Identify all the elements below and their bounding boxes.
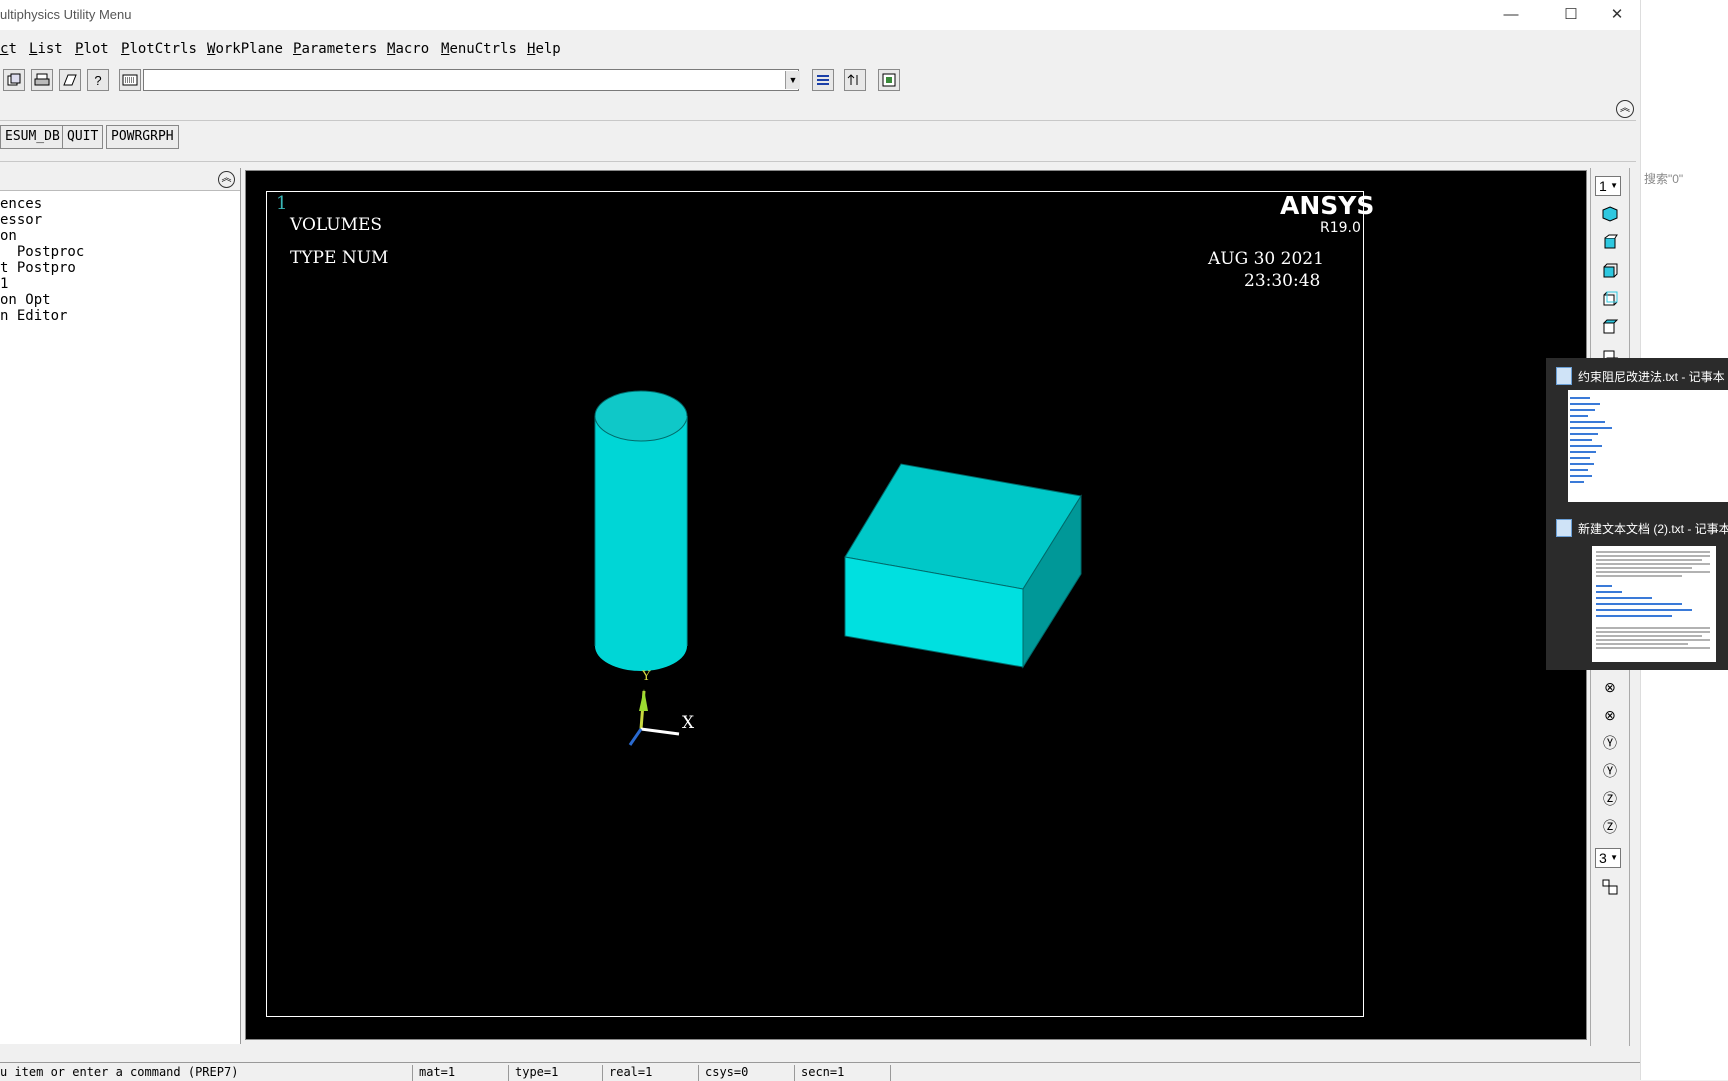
- open-icon[interactable]: [3, 69, 25, 91]
- tree-item-session-editor[interactable]: n Editor: [0, 308, 67, 324]
- tree-item-design-opt[interactable]: on Opt: [0, 292, 51, 308]
- rotate-x-neg-icon[interactable]: ⊗: [1599, 704, 1621, 726]
- collapse-tree-icon[interactable]: ︽: [218, 171, 235, 188]
- resum-db-button[interactable]: ESUM_DB: [0, 125, 65, 149]
- rate-select[interactable]: 3 ▼: [1595, 848, 1621, 868]
- menu-macro[interactable]: Macro: [387, 41, 429, 57]
- menu-help[interactable]: Help: [527, 41, 561, 57]
- eq-icon[interactable]: [812, 69, 834, 91]
- ansys-toolbar: ESUM_DB QUIT POWRGRPH: [0, 120, 1636, 162]
- main-menu-tree: ︽ ences essor on Postproc t Postpro 1 on…: [0, 168, 241, 1044]
- taskbar-preview-2[interactable]: 新建文本文档 (2).txt - 记事本: [1546, 510, 1728, 670]
- rotate-x-pos-icon[interactable]: ⊗: [1599, 676, 1621, 698]
- preview-image: [1568, 390, 1728, 502]
- quit-button[interactable]: QUIT: [62, 125, 104, 149]
- keyboard-icon[interactable]: [119, 69, 141, 91]
- menu-list[interactable]: List: [29, 41, 63, 57]
- status-secn: secn=1: [794, 1065, 886, 1081]
- title-bar: ultiphysics Utility Menu — ☐ ✕: [0, 0, 1640, 30]
- iso-view-icon[interactable]: [1599, 203, 1621, 225]
- command-history-dropdown[interactable]: ▼: [785, 71, 800, 89]
- tree-item-solution[interactable]: on: [0, 228, 17, 244]
- help-icon[interactable]: ?: [87, 69, 109, 91]
- standard-toolbar: ? ▼: [0, 64, 1640, 96]
- axis-triad: [628, 689, 680, 746]
- block-volume: [844, 463, 1082, 669]
- rotate-y-pos-icon[interactable]: Ⓨ: [1599, 732, 1621, 754]
- status-empty: [890, 1065, 1490, 1081]
- tree-item-timehist-postpro[interactable]: t Postpro: [0, 260, 76, 276]
- menu-plot[interactable]: Plot: [75, 41, 109, 57]
- cylinder-volume: [594, 390, 688, 671]
- status-real: real=1: [602, 1065, 694, 1081]
- top-view-icon[interactable]: [1599, 315, 1621, 337]
- tree-item-preferences[interactable]: ences: [0, 196, 42, 212]
- dynamic-mode-icon[interactable]: [1599, 876, 1621, 898]
- taskbar-preview-1[interactable]: 约束阻尼改进法.txt - 记事本: [1546, 358, 1728, 510]
- status-csys: csys=0: [698, 1065, 790, 1081]
- menu-select[interactable]: ct: [0, 41, 17, 57]
- minimize-button[interactable]: —: [1496, 4, 1526, 26]
- window-title: ultiphysics Utility Menu: [0, 7, 132, 22]
- axis-y-label: Y: [642, 669, 651, 684]
- menu-plotctrls[interactable]: PlotCtrls: [121, 41, 197, 57]
- raise-hidden-icon[interactable]: [844, 69, 866, 91]
- tree-item-preprocessor[interactable]: essor: [0, 212, 42, 228]
- status-type: type=1: [508, 1065, 598, 1081]
- search-hint: 搜索"0": [1644, 172, 1684, 186]
- rotate-y-neg-icon[interactable]: Ⓨ: [1599, 760, 1621, 782]
- model-viewport: [594, 390, 1082, 746]
- status-prompt: u item or enter a command (PREP7): [0, 1065, 239, 1079]
- maximize-button[interactable]: ☐: [1556, 4, 1586, 26]
- preview-title: 新建文本文档 (2).txt - 记事本: [1578, 522, 1728, 536]
- status-mat: mat=1: [412, 1065, 504, 1081]
- status-bar: u item or enter a command (PREP7) mat=1 …: [0, 1062, 1640, 1081]
- front-view-icon[interactable]: [1599, 259, 1621, 281]
- menu-menuctrls[interactable]: MenuCtrls: [441, 41, 517, 57]
- graphics-window[interactable]: 1 VOLUMES TYPE NUM ANSYS R19.0 AUG 30 20…: [245, 170, 1587, 1040]
- powrgrph-button[interactable]: POWRGRPH: [106, 125, 179, 149]
- menu-parameters[interactable]: Parameters: [293, 41, 377, 57]
- axis-x-label: X: [682, 713, 695, 733]
- reset-picking-icon[interactable]: [878, 69, 900, 91]
- preview-image: [1592, 546, 1716, 662]
- collapse-toolbar-icon[interactable]: ︽: [1616, 100, 1634, 118]
- back-view-icon[interactable]: [1599, 287, 1621, 309]
- utility-menubar: ct List Plot PlotCtrls WorkPlane Paramet…: [0, 35, 1640, 61]
- oblique-view-icon[interactable]: [1599, 231, 1621, 253]
- window-select[interactable]: 1 ▼: [1595, 176, 1621, 196]
- rotate-z-neg-icon[interactable]: Ⓩ: [1599, 816, 1621, 838]
- notepad-icon: [1556, 519, 1572, 537]
- tree-item-general-postproc[interactable]: Postproc: [0, 244, 84, 260]
- menu-workplane[interactable]: WorkPlane: [207, 41, 283, 57]
- rotate-z-pos-icon[interactable]: Ⓩ: [1599, 788, 1621, 810]
- command-input[interactable]: [143, 69, 799, 91]
- tree-item-topological[interactable]: 1: [0, 276, 8, 292]
- report-icon[interactable]: [59, 69, 81, 91]
- print-icon[interactable]: [31, 69, 53, 91]
- notepad-icon: [1556, 367, 1572, 385]
- preview-title: 约束阻尼改进法.txt - 记事本: [1578, 370, 1725, 384]
- close-button[interactable]: ✕: [1602, 4, 1632, 26]
- tree-header: ︽: [0, 168, 240, 191]
